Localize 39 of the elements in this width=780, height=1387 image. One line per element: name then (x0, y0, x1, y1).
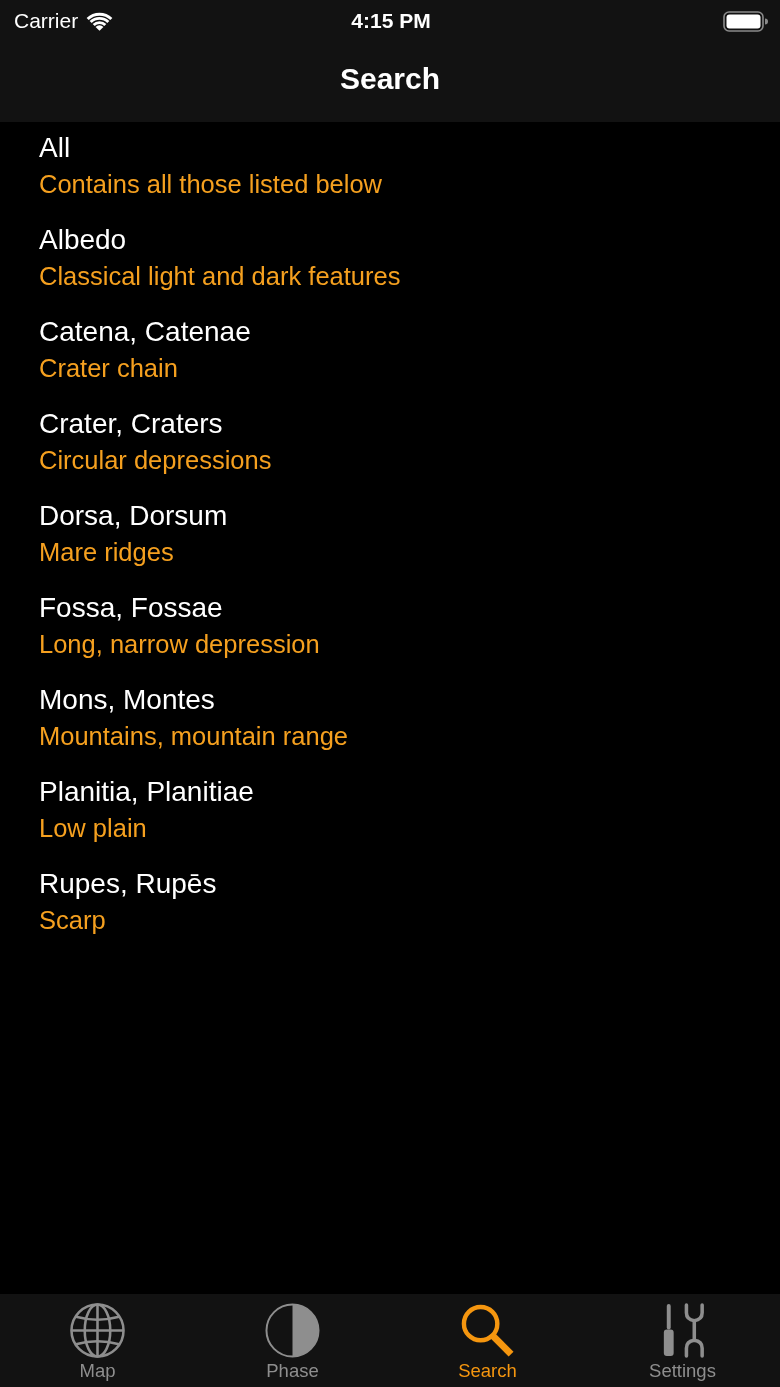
feature-description: Classical light and dark features (39, 261, 401, 292)
status-time: 4:15 PM (351, 9, 431, 33)
feature-list-item[interactable]: Albedo Classical light and dark features (0, 222, 780, 314)
tab-button[interactable]: Phase (195, 1294, 390, 1387)
feature-description: Circular depressions (39, 445, 272, 476)
feature-name: Dorsa, Dorsum (39, 499, 228, 533)
feature-list-item[interactable]: Mons, Montes Mountains, mountain range (0, 682, 780, 774)
wifi-icon (86, 11, 114, 31)
feature-description: Scarp (39, 905, 106, 936)
feature-description: Long, narrow depression (39, 629, 320, 660)
tab-button[interactable]: Settings (585, 1294, 780, 1387)
feature-description: Mountains, mountain range (39, 721, 349, 752)
feature-list-item[interactable]: Dorsa, Dorsum Mare ridges (0, 498, 780, 590)
feature-name: Crater, Craters (39, 407, 223, 441)
carrier-label: Carrier (14, 9, 79, 33)
feature-name: Catena, Catenae (39, 315, 251, 349)
feature-list-item[interactable]: Rupes, Rupēs Scarp (0, 866, 780, 958)
feature-name: Planitia, Planitiae (39, 775, 254, 809)
feature-name: Rupes, Rupēs (39, 867, 217, 901)
feature-list-item[interactable]: All Contains all those listed below (0, 130, 780, 222)
feature-description: Crater chain (39, 353, 178, 384)
feature-list-item[interactable]: Planitia, Planitiae Low plain (0, 774, 780, 866)
battery-icon (723, 10, 768, 32)
search-icon (460, 1303, 515, 1358)
feature-description: Mare ridges (39, 537, 174, 568)
feature-description: Low plain (39, 813, 147, 844)
globe-icon (70, 1303, 125, 1358)
feature-list-item[interactable]: Catena, Catenae Crater chain (0, 314, 780, 406)
feature-list-item[interactable]: Fossa, Fossae Long, narrow depression (0, 590, 780, 682)
tab-button[interactable]: Map (0, 1294, 195, 1387)
feature-name: All (39, 131, 71, 165)
feature-list-item[interactable]: Crater, Craters Circular depressions (0, 406, 780, 498)
feature-name: Mons, Montes (39, 683, 215, 717)
feature-name: Albedo (39, 223, 127, 257)
feature-description: Contains all those listed below (39, 169, 383, 200)
tab-button[interactable]: Search (390, 1294, 585, 1387)
screen-title: Search (339, 62, 441, 97)
half-circle-icon (265, 1303, 320, 1358)
feature-name: Fossa, Fossae (39, 591, 223, 625)
